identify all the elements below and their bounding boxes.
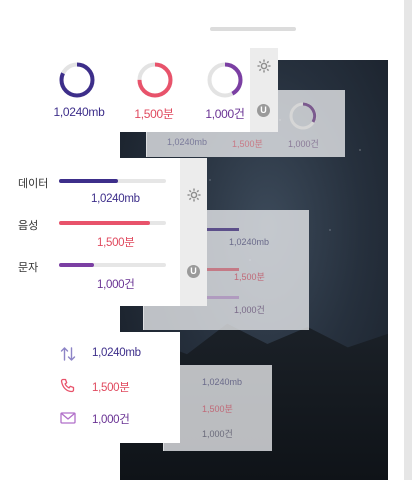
ghost-bot-text: 1,000건 [202,429,233,439]
bar-card-action-strip: U [180,158,207,306]
ghost-ring [289,102,317,130]
text-bar-value: 1,000건 [97,279,135,291]
text-bar-fill [59,263,95,267]
data-bar-fill [59,179,118,183]
text-usage-label: 1,000건 [205,107,245,121]
text-usage-ring [207,62,243,98]
ghost-bot-voice: 1,500분 [202,404,233,414]
u-badge-icon[interactable]: U [187,265,200,278]
data-bar-value: 1,0240mb [91,193,140,205]
data-list-value: 1,0240mb [92,347,141,359]
text-bar-title: 문자 [18,262,39,274]
voice-bar-track [59,221,166,225]
data-bar-track [59,179,166,183]
data-usage-ring [59,62,95,98]
data-usage-label: 1,0240mb [53,105,105,119]
envelope-icon [59,409,77,427]
ghost-top-data: 1,0240mb [167,137,208,147]
drag-handle[interactable] [210,27,296,31]
gear-icon[interactable] [256,58,272,74]
ghost-top-text: 1,000건 [288,139,319,149]
voice-bar-fill [59,221,150,225]
voice-usage-ring [137,62,173,98]
voice-bar-title: 음성 [18,220,39,232]
ghost-mid-voice: 1,500분 [234,272,265,282]
voice-bar-value: 1,500분 [97,237,135,249]
phone-icon [59,377,77,395]
gear-icon[interactable] [186,187,202,203]
ghost-top-voice: 1,500분 [232,139,263,149]
voice-list-value: 1,500분 [92,382,130,394]
ghost-mid-data: 1,0240mb [229,237,270,247]
data-bar-title: 데이터 [18,178,49,190]
ghost-mid-text: 1,000건 [234,305,265,315]
text-bar-track [59,263,166,267]
text-list-value: 1,000건 [92,414,130,426]
arrows-up-down-icon [59,345,77,363]
ghost-bot-data: 1,0240mb [202,377,243,387]
voice-usage-label: 1,500분 [134,107,174,121]
scroll-rail [404,0,412,480]
